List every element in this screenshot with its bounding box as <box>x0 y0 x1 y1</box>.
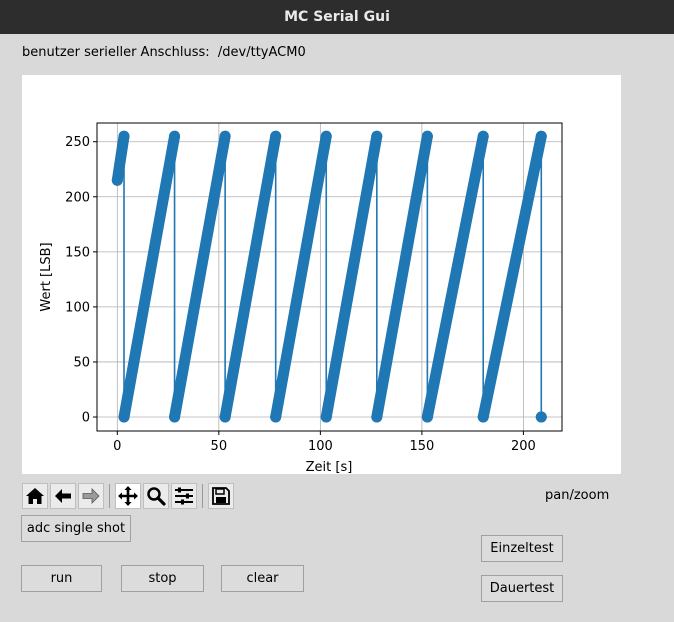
x-tick-label: 150 <box>409 439 434 454</box>
data-point <box>320 411 332 423</box>
toolbar-separator <box>109 484 110 508</box>
data-point <box>270 130 282 142</box>
data-point <box>371 130 383 142</box>
dauertest-button[interactable]: Dauertest <box>481 575 563 602</box>
x-tick-label: 200 <box>511 439 536 454</box>
series-marker-ramp <box>111 130 130 186</box>
back-icon <box>55 489 71 503</box>
title-bar: MC Serial Gui <box>0 0 674 34</box>
data-point <box>421 411 433 423</box>
stop-button[interactable]: stop <box>121 565 204 592</box>
x-tick-label: 100 <box>308 439 333 454</box>
run-button[interactable]: run <box>21 565 102 592</box>
data-point <box>118 130 130 142</box>
data-point <box>118 411 130 423</box>
y-tick-label: 0 <box>82 411 90 426</box>
y-tick-label: 50 <box>73 355 90 370</box>
configure-button[interactable] <box>171 483 197 509</box>
y-axis-label: Wert [LSB] <box>39 242 54 311</box>
data-point <box>219 130 231 142</box>
chart: 0 50 100 150 200 0 50 100 150 200 250 Zeit [s] Wer… <box>39 122 563 475</box>
data-point <box>169 130 181 142</box>
einzeltest-button[interactable]: Einzeltest <box>481 535 563 562</box>
data-point <box>320 130 332 142</box>
series-marker-ramp <box>118 130 181 423</box>
y-tick-label: 150 <box>65 245 90 260</box>
data-point <box>270 411 282 423</box>
x-axis-label: Zeit [s] <box>306 460 353 474</box>
data-point <box>111 174 123 186</box>
zoom-icon <box>147 487 166 506</box>
home-button[interactable] <box>22 483 48 509</box>
connection-label: benutzer serieller Anschluss: <box>22 45 210 60</box>
data-point <box>371 411 383 423</box>
y-tick-label: 200 <box>65 190 90 205</box>
window-title: MC Serial Gui <box>284 9 390 25</box>
data-point <box>535 411 547 423</box>
save-icon <box>212 487 230 505</box>
series-layer <box>111 130 547 423</box>
connection-info: benutzer serieller Anschluss: /dev/ttyAC… <box>22 45 306 60</box>
y-tick-label: 250 <box>65 135 90 150</box>
save-button[interactable] <box>208 483 234 509</box>
configure-icon <box>175 487 193 505</box>
series-marker-ramp <box>169 130 231 423</box>
x-tick-label: 0 <box>113 439 121 454</box>
pan-icon <box>118 486 138 506</box>
connection-port: /dev/ttyACM0 <box>217 45 306 60</box>
toolbar-separator <box>202 484 203 508</box>
y-tick-label: 100 <box>65 300 90 315</box>
series-marker-ramp <box>320 130 383 423</box>
series-marker-ramp <box>421 130 489 423</box>
data-point <box>219 411 231 423</box>
zoom-button[interactable] <box>143 483 169 509</box>
data-point <box>421 130 433 142</box>
data-point <box>535 130 547 142</box>
forward-button[interactable] <box>78 483 104 509</box>
plot-canvas[interactable]: 0 50 100 150 200 0 50 100 150 200 250 Zeit [s] Wer… <box>22 75 621 475</box>
back-button[interactable] <box>50 483 76 509</box>
data-point <box>477 411 489 423</box>
pan-button[interactable] <box>115 483 141 509</box>
adc-single-shot-button[interactable]: adc single shot <box>21 515 131 542</box>
x-tick-label: 50 <box>211 439 228 454</box>
series-marker-ramp <box>219 130 282 423</box>
home-icon <box>26 488 44 504</box>
plot-toolbar <box>22 482 234 510</box>
forward-icon <box>82 488 100 504</box>
series-marker-ramp <box>270 130 332 423</box>
series-marker-ramp <box>477 130 547 423</box>
data-point <box>169 411 181 423</box>
clear-button[interactable]: clear <box>221 565 304 592</box>
series-marker-ramp <box>371 130 433 423</box>
toolbar-mode-label: pan/zoom <box>545 488 610 503</box>
data-point <box>477 130 489 142</box>
